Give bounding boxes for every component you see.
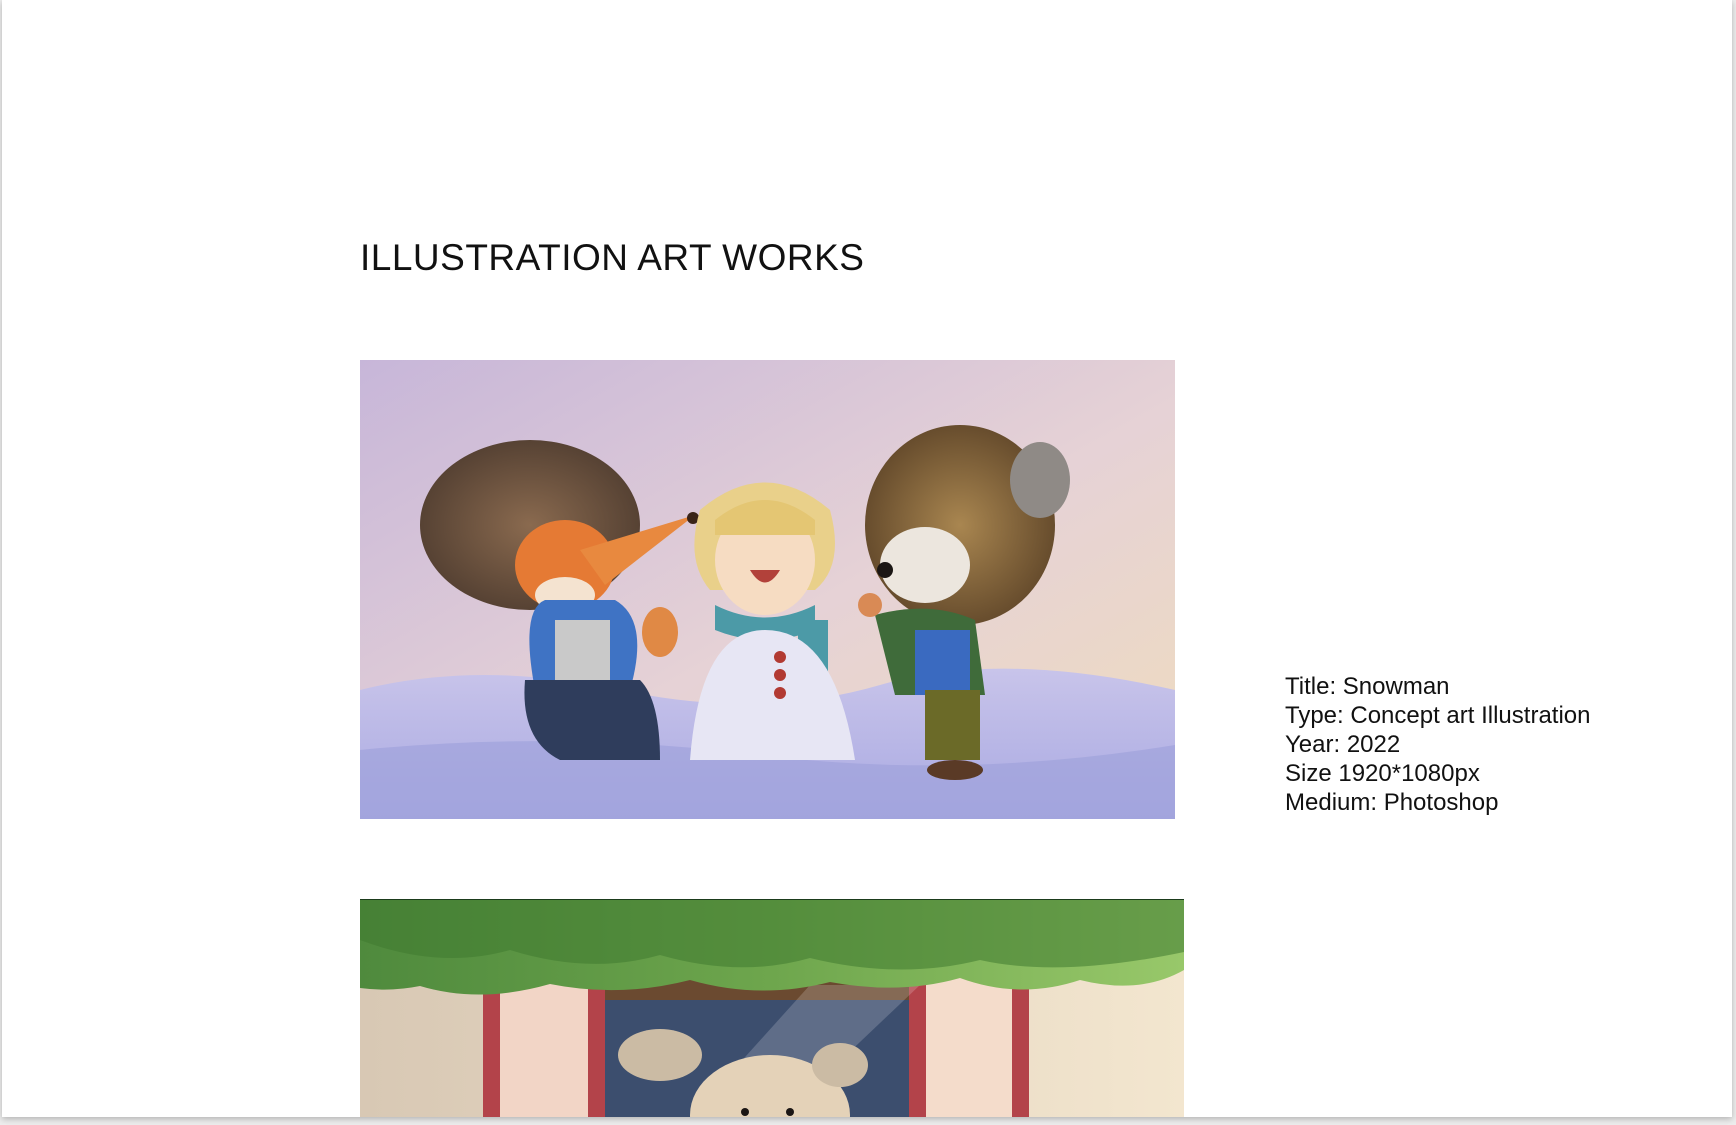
portfolio-page: ILLUSTRATION ART WORKS Title: Snowman Ty… bbox=[2, 0, 1732, 1117]
artwork-size: Size 1920*1080px bbox=[1285, 760, 1480, 787]
artwork-year: Year: 2022 bbox=[1285, 731, 1401, 758]
artwork-title: Title: Snowman bbox=[1285, 673, 1450, 700]
artwork-type: Type: Concept art Illustration bbox=[1285, 702, 1591, 729]
window-illustration bbox=[360, 900, 1184, 1117]
page-title: ILLUSTRATION ART WORKS bbox=[360, 237, 865, 278]
artwork-image-snowman[interactable] bbox=[360, 360, 1175, 819]
artwork-image-window[interactable] bbox=[360, 899, 1184, 1117]
artwork-details: Title: Snowman Type: Concept art Illustr… bbox=[1285, 672, 1590, 817]
snowman-illustration bbox=[360, 360, 1175, 819]
artwork-medium: Medium: Photoshop bbox=[1285, 789, 1499, 816]
